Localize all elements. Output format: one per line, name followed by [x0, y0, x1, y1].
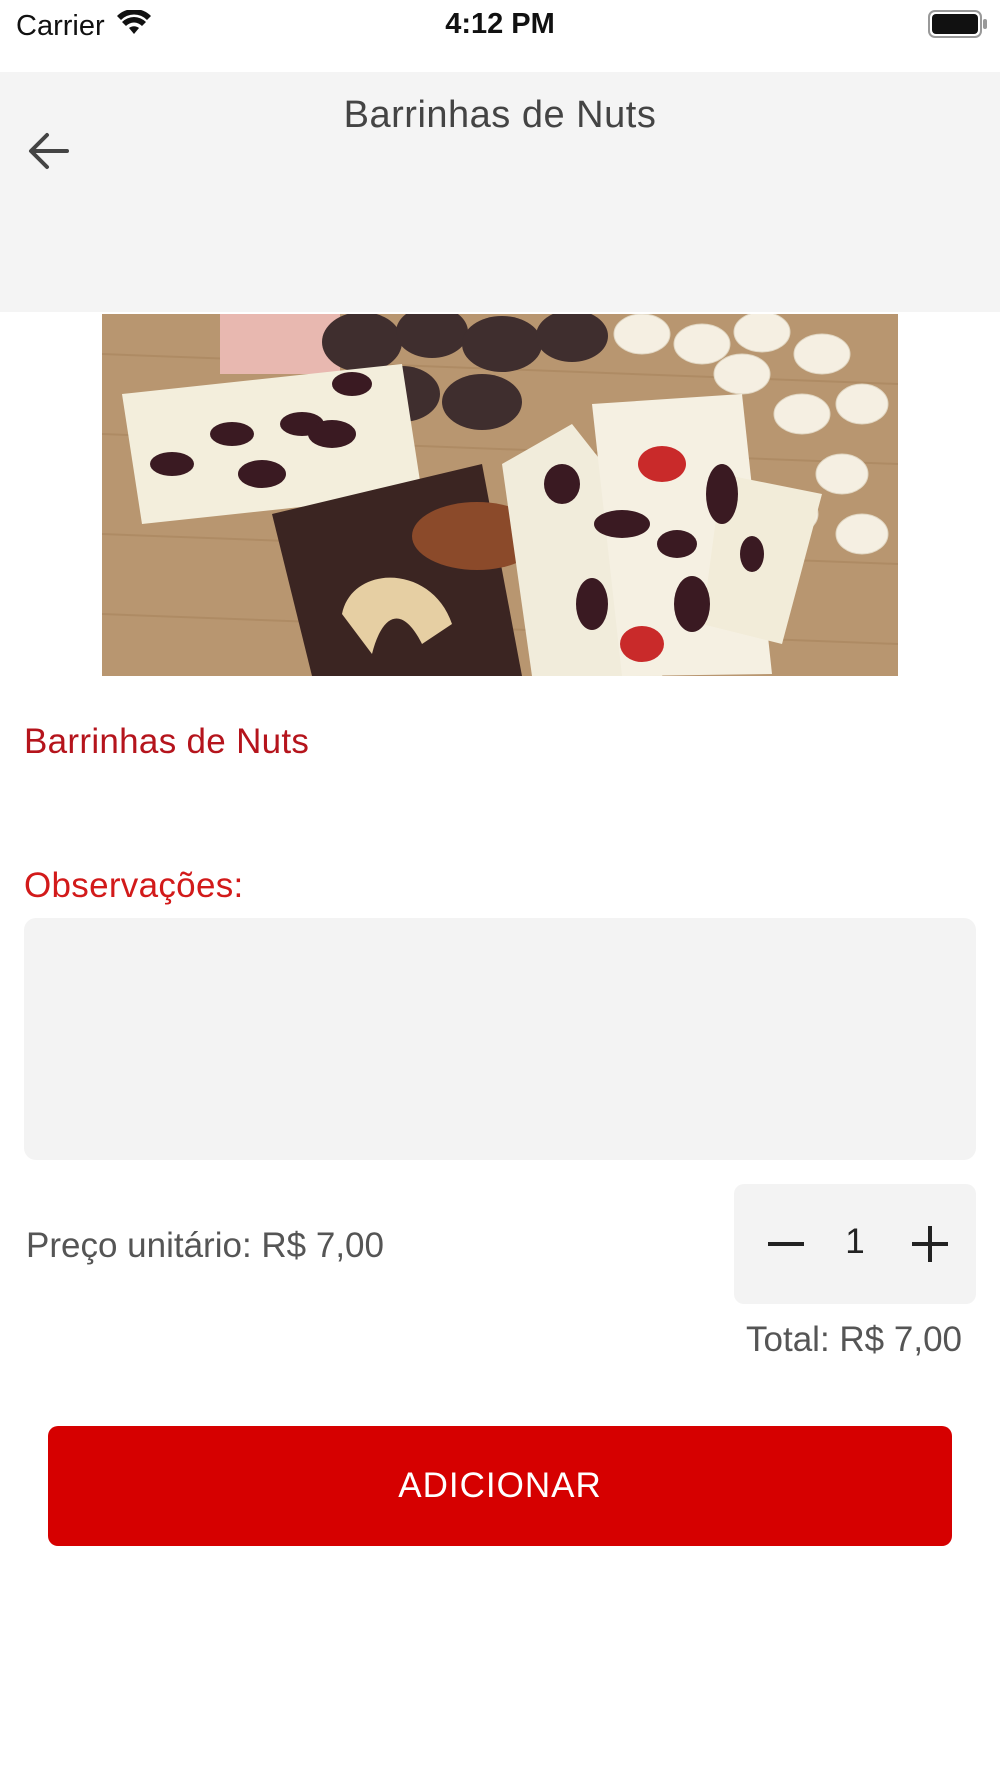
status-bar: Carrier 4:12 PM: [0, 0, 1000, 72]
product-image: [102, 314, 898, 676]
total-price: Total: R$ 7,00: [746, 1320, 962, 1359]
notes-label: Observações:: [24, 866, 244, 905]
battery-icon: [928, 10, 988, 43]
quantity-value: 1: [845, 1222, 865, 1261]
quantity-stepper: 1: [734, 1184, 976, 1304]
back-button[interactable]: [24, 126, 74, 176]
decrease-button[interactable]: [756, 1214, 816, 1274]
product-name: Barrinhas de Nuts: [24, 722, 310, 761]
add-button[interactable]: ADICIONAR: [48, 1426, 952, 1546]
arrow-left-icon: [29, 133, 69, 169]
header-wave: [0, 200, 1000, 310]
unit-price: Preço unitário: R$ 7,00: [26, 1226, 384, 1265]
status-time: 4:12 PM: [445, 8, 555, 40]
plus-icon: [912, 1226, 948, 1262]
minus-icon: [768, 1242, 804, 1246]
notes-field[interactable]: [24, 918, 976, 1160]
increase-button[interactable]: [900, 1214, 960, 1274]
page-title: Barrinhas de Nuts: [343, 94, 657, 136]
